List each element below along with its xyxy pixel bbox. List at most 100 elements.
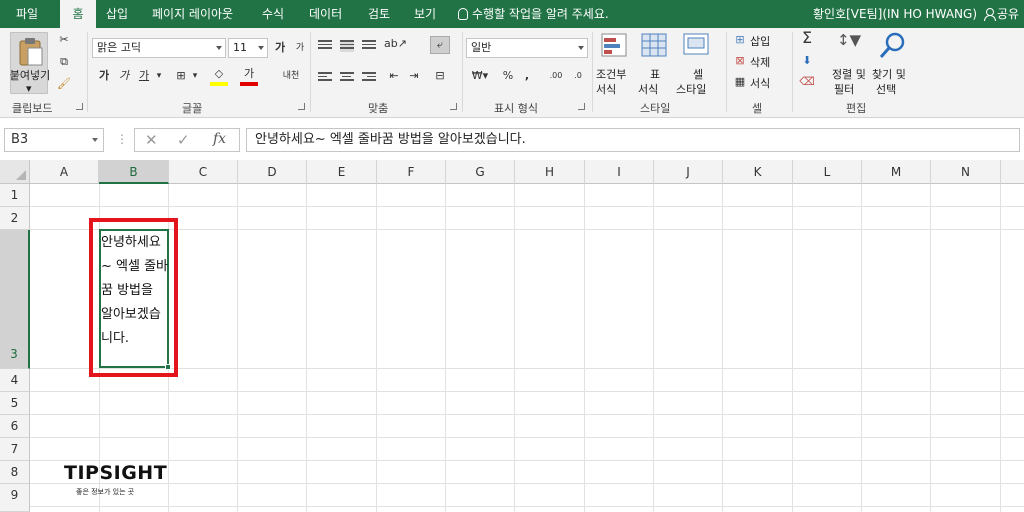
- column-header[interactable]: I: [585, 160, 654, 184]
- tab-home[interactable]: 홈: [60, 0, 96, 29]
- tab-page-layout[interactable]: 페이지 레이아웃: [152, 0, 233, 28]
- column-header[interactable]: K: [723, 160, 793, 184]
- indent-decrease-icon[interactable]: ⇤: [384, 68, 404, 84]
- clear-icon[interactable]: ⌫: [798, 74, 816, 90]
- user-name[interactable]: 황인호[VE팀](IN HO HWANG): [813, 0, 977, 28]
- fill-icon[interactable]: ⬇: [798, 53, 816, 69]
- tab-review[interactable]: 검토: [368, 0, 390, 28]
- delete-cells-icon[interactable]: ⊠: [732, 53, 748, 69]
- tab-view[interactable]: 보기: [414, 0, 436, 28]
- percent-icon[interactable]: %: [500, 68, 516, 84]
- comma-icon[interactable]: ,: [520, 68, 534, 84]
- row-header[interactable]: 7: [0, 438, 30, 461]
- find-select-icon[interactable]: [878, 30, 908, 60]
- row-header[interactable]: 4: [0, 369, 30, 392]
- italic-button[interactable]: 가: [116, 68, 132, 84]
- column-header[interactable]: N: [931, 160, 1001, 184]
- number-format-select[interactable]: 일반: [466, 38, 588, 58]
- row-header[interactable]: 8: [0, 461, 30, 484]
- column-header[interactable]: G: [446, 160, 515, 184]
- align-top-icon[interactable]: [318, 40, 332, 52]
- dialog-launcher-icon[interactable]: [450, 103, 457, 110]
- column-header[interactable]: D: [238, 160, 307, 184]
- column-header[interactable]: H: [515, 160, 585, 184]
- enter-icon[interactable]: ✓: [177, 131, 190, 149]
- column-header[interactable]: B: [99, 160, 169, 184]
- format-painter-icon[interactable]: 🖌: [56, 76, 72, 92]
- tab-file[interactable]: 파일: [16, 0, 38, 28]
- increase-decimal-icon[interactable]: .00: [546, 68, 566, 84]
- dialog-launcher-icon[interactable]: [298, 103, 305, 110]
- row-header[interactable]: 6: [0, 415, 30, 438]
- align-center-icon[interactable]: [340, 72, 354, 84]
- column-header[interactable]: L: [793, 160, 862, 184]
- font-name-select[interactable]: 맑은 고딕: [92, 38, 226, 58]
- bold-button[interactable]: 가: [96, 68, 112, 84]
- underline-button[interactable]: 가: [136, 68, 152, 84]
- font-size-select[interactable]: 11: [228, 38, 268, 58]
- dialog-launcher-icon[interactable]: [76, 103, 83, 110]
- gridline: [584, 184, 585, 512]
- ribbon: 붙여넣기 ▾ ✂ ⧉ 🖌 클립보드 맑은 고딕 11 가 가 가 가 가 ▾ ⊞…: [0, 28, 1024, 118]
- sort-filter-icon[interactable]: ↕▼: [832, 32, 866, 48]
- cancel-icon[interactable]: ✕: [145, 131, 158, 149]
- wrap-text-icon[interactable]: ⤶: [430, 36, 450, 54]
- cut-icon[interactable]: ✂: [56, 32, 72, 48]
- dialog-launcher-icon[interactable]: [578, 103, 585, 110]
- border-icon[interactable]: ⊞: [172, 68, 190, 84]
- number-format-value: 일반: [471, 41, 492, 54]
- column-header[interactable]: M: [862, 160, 931, 184]
- gridline: [30, 229, 1024, 230]
- drag-handle-icon[interactable]: ⋮: [116, 132, 128, 146]
- tab-insert[interactable]: 삽입: [106, 0, 128, 28]
- orientation-icon[interactable]: ab↗: [384, 36, 407, 52]
- row-header[interactable]: 2: [0, 207, 30, 230]
- decrease-decimal-icon[interactable]: .0: [568, 68, 588, 84]
- merge-center-icon[interactable]: ⊟: [430, 68, 450, 84]
- column-header[interactable]: C: [169, 160, 238, 184]
- select-all-button[interactable]: [0, 160, 30, 184]
- row-header[interactable]: 3: [0, 230, 30, 369]
- fill-color-icon[interactable]: ◇: [210, 66, 228, 86]
- formula-input[interactable]: 안녕하세요~ 엑셀 줄바꿈 방법을 알아보겠습니다.: [246, 128, 1020, 152]
- row-header[interactable]: 9: [0, 484, 30, 512]
- column-header[interactable]: F: [377, 160, 446, 184]
- indent-increase-icon[interactable]: ⇥: [404, 68, 424, 84]
- font-size-value: 11: [233, 41, 247, 54]
- logo-text: TIPSIGHT: [64, 462, 168, 484]
- align-right-icon[interactable]: [362, 72, 376, 84]
- insert-cells-icon[interactable]: ⊞: [732, 32, 748, 48]
- column-header-partial[interactable]: [1001, 160, 1024, 184]
- font-color-icon[interactable]: 가: [240, 66, 258, 86]
- group-separator: [310, 32, 311, 112]
- group-separator: [462, 32, 463, 112]
- align-middle-icon[interactable]: [340, 40, 354, 52]
- format-cells-button[interactable]: 서식: [750, 75, 770, 91]
- name-box[interactable]: B3: [4, 128, 104, 152]
- column-header[interactable]: J: [654, 160, 723, 184]
- phonetic-icon[interactable]: 내천: [280, 68, 302, 84]
- align-bottom-icon[interactable]: [362, 40, 376, 52]
- insert-function-button[interactable]: fx: [213, 131, 226, 147]
- cell-styles-icon: [683, 33, 709, 55]
- row-header[interactable]: 5: [0, 392, 30, 415]
- tab-formulas[interactable]: 수식: [262, 0, 284, 28]
- copy-icon[interactable]: ⧉: [56, 54, 72, 70]
- autosum-icon[interactable]: Σ: [798, 30, 816, 46]
- column-header[interactable]: E: [307, 160, 377, 184]
- chevron-down-icon[interactable]: ▾: [190, 68, 200, 84]
- align-left-icon[interactable]: [318, 72, 332, 84]
- tell-me-box[interactable]: 수행할 작업을 알려 주세요.: [458, 0, 609, 28]
- tab-data[interactable]: 데이터: [309, 0, 342, 28]
- currency-icon[interactable]: ₩▾: [470, 68, 490, 84]
- grow-font-icon[interactable]: 가: [272, 40, 288, 56]
- shrink-font-icon[interactable]: 가: [292, 40, 308, 56]
- delete-cells-button[interactable]: 삭제: [750, 54, 770, 70]
- row-header[interactable]: 1: [0, 184, 30, 207]
- insert-cells-button[interactable]: 삽입: [750, 33, 770, 49]
- chevron-down-icon[interactable]: ▾: [154, 68, 164, 84]
- share-button[interactable]: 공유: [984, 0, 1019, 28]
- column-header[interactable]: A: [30, 160, 99, 184]
- format-cells-icon[interactable]: ▦: [732, 74, 748, 90]
- paste-button[interactable]: 붙여넣기 ▾: [10, 32, 50, 95]
